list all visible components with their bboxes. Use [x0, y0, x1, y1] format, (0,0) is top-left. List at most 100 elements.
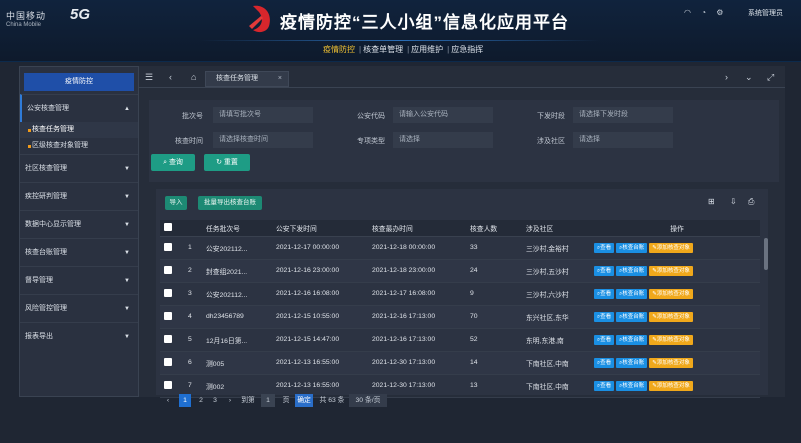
row-checkbox[interactable]: [164, 265, 172, 274]
view-button[interactable]: ⌕查看: [594, 334, 615, 345]
table-row[interactable]: 2 封查组2021... 2021-12-16 23:00:00 2021-12…: [160, 259, 760, 283]
batch-input[interactable]: 请填写批次号: [213, 107, 313, 123]
page-2-button[interactable]: 2: [195, 394, 207, 407]
row-checkbox[interactable]: [164, 311, 172, 320]
view-button[interactable]: ⌕查看: [594, 311, 615, 322]
issued-cell: 2021-12-16 16:08:00: [272, 282, 368, 306]
settings-icon[interactable]: ⚙: [716, 8, 723, 17]
sidebar-group-police[interactable]: 公安核查管理 ▲: [20, 94, 138, 122]
bell-icon[interactable]: ◔: [701, 8, 706, 17]
table-row[interactable]: 5 12月16日第... 2021-12-15 14:47:00 2021-12…: [160, 328, 760, 352]
row-checkbox-cell[interactable]: [160, 282, 184, 306]
table-row[interactable]: 1 公安202112... 2021-12-17 00:00:00 2021-1…: [160, 236, 760, 260]
close-icon[interactable]: ×: [278, 72, 282, 86]
row-checkbox[interactable]: [164, 334, 172, 343]
batch-cell: dh23456789: [202, 305, 272, 329]
goto-page-input[interactable]: 1: [261, 394, 275, 407]
print-icon[interactable]: ⎙: [748, 197, 754, 207]
topnav-item-maintenance[interactable]: 应用维护: [411, 45, 443, 54]
page-size-select[interactable]: 30 条/页: [349, 394, 387, 407]
add-object-button[interactable]: ✎添加核查对象: [649, 357, 693, 368]
ledger-button[interactable]: ⌕核查台账: [616, 311, 648, 322]
count-cell: 33: [466, 236, 522, 260]
community-select[interactable]: 请选择: [573, 132, 673, 148]
topnav-item-epidemic[interactable]: 疫情防控: [323, 45, 355, 54]
sidebar-item-district-objects[interactable]: 区级核查对象管理: [20, 138, 138, 154]
next-page-button[interactable]: ›: [225, 394, 235, 407]
prev-page-button[interactable]: ‹: [163, 394, 173, 407]
page-1-button[interactable]: 1: [179, 394, 191, 407]
issued-cell: 2021-12-15 14:47:00: [272, 328, 368, 352]
table-row[interactable]: 6 测005 2021-12-13 16:55:00 2021-12-30 17…: [160, 351, 760, 375]
select-all-cell[interactable]: [160, 220, 184, 237]
check-time-picker[interactable]: 请选择核查时间: [213, 132, 313, 148]
topnav-separator: |: [407, 45, 410, 54]
add-object-button[interactable]: ✎添加核查对象: [649, 288, 693, 299]
column-settings-icon[interactable]: ⊞: [708, 197, 715, 206]
police-code-input[interactable]: 请输入公安代码: [393, 107, 493, 123]
sidebar-group-report[interactable]: 报表导出 ▼: [20, 322, 138, 350]
page-3-button[interactable]: 3: [209, 394, 221, 407]
count-cell: 52: [466, 328, 522, 352]
row-checkbox[interactable]: [164, 242, 172, 251]
row-checkbox-cell[interactable]: [160, 328, 184, 352]
deadline-cell: 2021-12-18 23:00:00: [368, 259, 466, 283]
special-type-select[interactable]: 请选择: [393, 132, 493, 148]
sidebar-item-task-management[interactable]: 核查任务管理: [20, 122, 138, 138]
user-name[interactable]: 系统管理员: [748, 8, 783, 18]
ledger-button[interactable]: ⌕核查台账: [616, 357, 648, 368]
ledger-button[interactable]: ⌕核查台账: [616, 265, 648, 276]
export-icon[interactable]: ⇩: [730, 197, 737, 206]
view-button[interactable]: ⌕查看: [594, 242, 615, 253]
ledger-button[interactable]: ⌕核查台账: [616, 334, 648, 345]
chevron-down-icon[interactable]: ⌄: [745, 72, 753, 83]
row-checkbox[interactable]: [164, 288, 172, 297]
ledger-button[interactable]: ⌕核查台账: [616, 380, 648, 391]
issue-period-picker[interactable]: 请选择下发时段: [573, 107, 673, 123]
topnav-item-checklist[interactable]: 核查单管理: [363, 45, 403, 54]
view-button[interactable]: ⌕查看: [594, 357, 615, 368]
topnav-item-emergency[interactable]: 应急指挥: [451, 45, 483, 54]
select-all-checkbox[interactable]: [164, 222, 172, 231]
chevron-left-icon[interactable]: ‹: [169, 72, 172, 82]
row-checkbox[interactable]: [164, 380, 172, 389]
view-button[interactable]: ⌕查看: [594, 380, 615, 391]
table-row[interactable]: 4 dh23456789 2021-12-15 10:55:00 2021-12…: [160, 305, 760, 329]
ledger-button[interactable]: ⌕核查台账: [616, 288, 648, 299]
sidebar-header[interactable]: 疫情防控: [24, 73, 134, 91]
query-button[interactable]: ⌕ 查询: [151, 154, 195, 171]
sidebar-group-cdc[interactable]: 疾控研判管理 ▼: [20, 182, 138, 210]
row-checkbox-cell[interactable]: [160, 351, 184, 375]
row-checkbox-cell[interactable]: [160, 305, 184, 329]
view-button[interactable]: ⌕查看: [594, 265, 615, 276]
sidebar-group-ledger[interactable]: 核查台账管理 ▼: [20, 238, 138, 266]
home-icon[interactable]: ⌂: [191, 72, 196, 82]
task-table-panel: 导入 批量导出核查台账 ⊞ ⇩ ⎙ 任务批次号 公安下发时间 核查最办时间 核查…: [156, 189, 768, 398]
sidebar-group-risk[interactable]: 风险管控管理 ▼: [20, 294, 138, 322]
sidebar-group-community[interactable]: 社区核查管理 ▼: [20, 154, 138, 182]
add-object-button[interactable]: ✎添加核查对象: [649, 265, 693, 276]
menu-toggle-icon[interactable]: ☰: [145, 72, 153, 83]
add-object-button[interactable]: ✎添加核查对象: [649, 380, 693, 391]
chevron-right-icon[interactable]: ›: [725, 72, 728, 82]
add-object-button[interactable]: ✎添加核查对象: [649, 334, 693, 345]
tab-task-management[interactable]: 核查任务管理 ×: [205, 71, 289, 87]
add-object-button[interactable]: ✎添加核查对象: [649, 242, 693, 253]
row-checkbox-cell[interactable]: [160, 259, 184, 283]
ledger-button[interactable]: ⌕核查台账: [616, 242, 648, 253]
add-object-button[interactable]: ✎添加核查对象: [649, 311, 693, 322]
fullscreen-icon[interactable]: ⤢: [767, 72, 774, 83]
table-row[interactable]: 3 公安202112... 2021-12-16 16:08:00 2021-1…: [160, 282, 760, 306]
batch-export-button[interactable]: 批量导出核查台账: [198, 196, 262, 210]
row-checkbox-cell[interactable]: [160, 236, 184, 260]
actions-cell: ⌕查看 ⌕核查台账 ✎添加核查对象: [590, 328, 760, 352]
view-button[interactable]: ⌕查看: [594, 288, 615, 299]
table-scrollbar[interactable]: [764, 238, 768, 270]
sidebar: 疫情防控 公安核查管理 ▲ 核查任务管理 区级核查对象管理 社区核查管理 ▼ 疾控研…: [19, 66, 139, 397]
reset-button[interactable]: ↻ 重置: [204, 154, 250, 171]
import-button[interactable]: 导入: [165, 196, 187, 210]
row-checkbox[interactable]: [164, 357, 172, 366]
sidebar-group-datacenter[interactable]: 数据中心显示管理 ▼: [20, 210, 138, 238]
confirm-button[interactable]: 确定: [295, 394, 313, 407]
sidebar-group-supervision[interactable]: 督导管理 ▼: [20, 266, 138, 294]
